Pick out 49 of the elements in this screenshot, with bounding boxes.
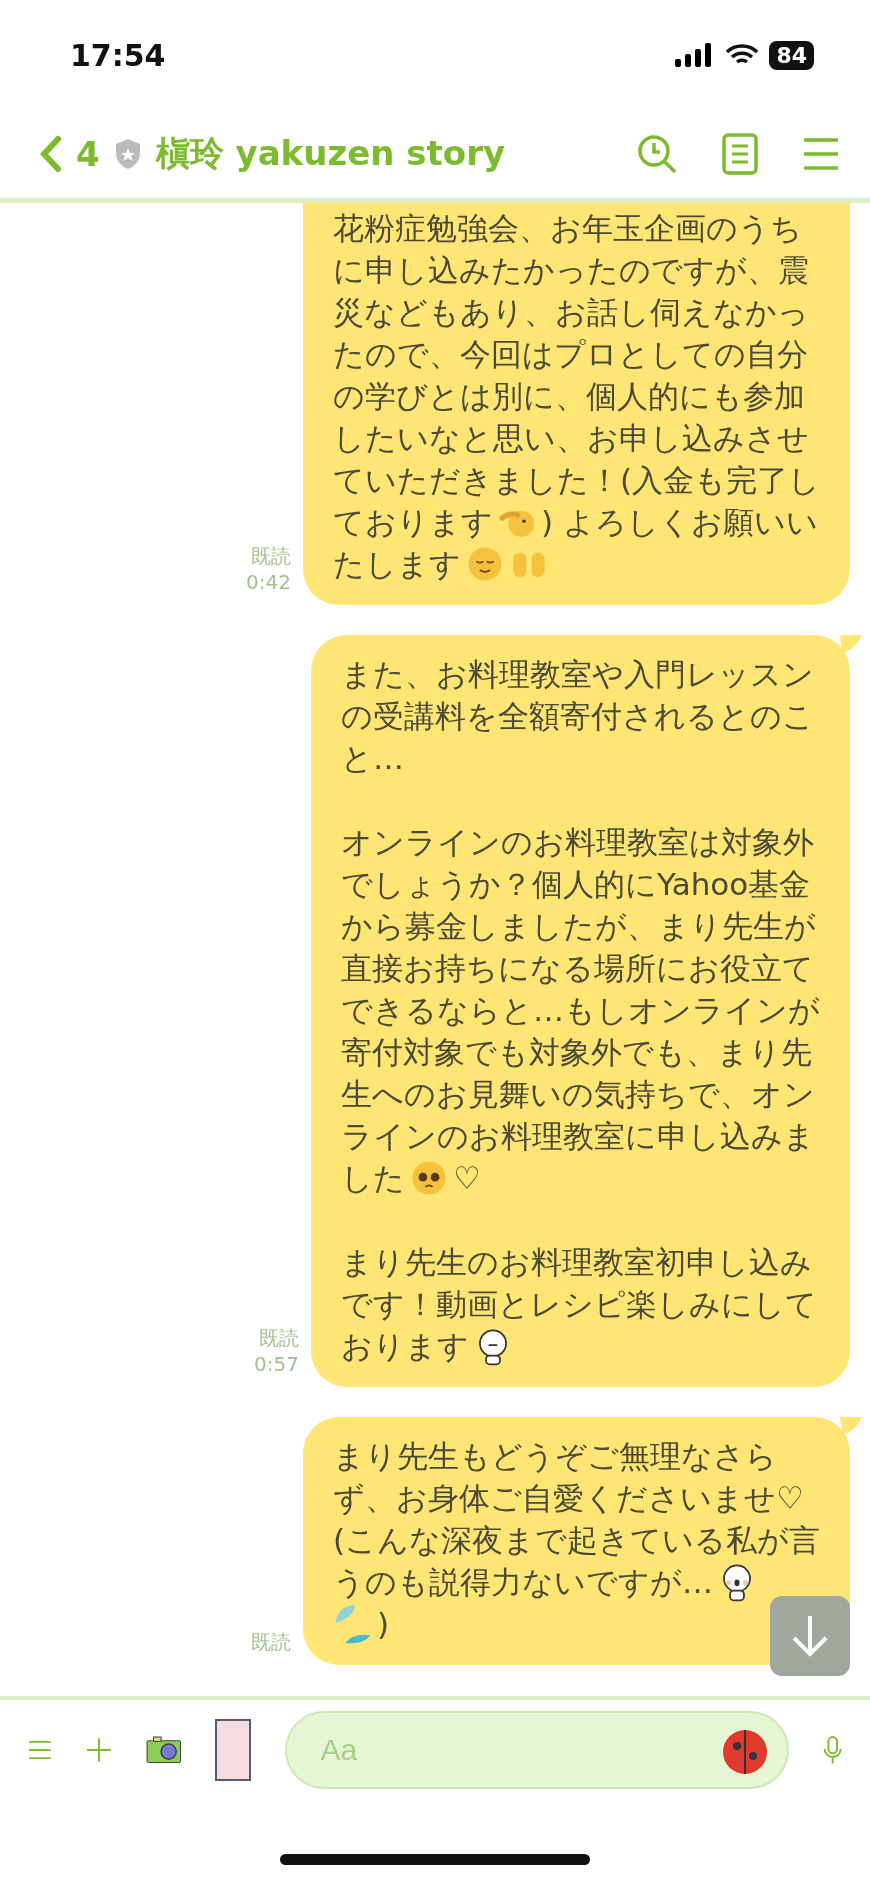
message-text: 花粉症勉強会、お年玉企画のうち <box>332 209 802 248</box>
message-text: 生へのお見舞いの気持ちで、オン <box>341 1075 815 1114</box>
message-time: 0:57 <box>254 1351 299 1377</box>
message-text: (こんな深夜まで起きている私が言 <box>332 1521 820 1560</box>
message-text: から募金しましたが、まり先生が <box>341 907 816 946</box>
message-text: たします <box>332 545 461 584</box>
message-text: できるならと…もしオンラインが <box>341 991 820 1030</box>
chat-title: 槇玲 yakuzen story <box>155 132 507 175</box>
message-text: ♡ <box>453 1159 481 1198</box>
arrow-down-icon <box>790 1614 830 1658</box>
message-text: おります <box>341 1327 469 1366</box>
message-text: と… <box>341 739 404 778</box>
message-text: ) <box>376 1605 389 1644</box>
notes-icon[interactable] <box>722 133 758 175</box>
message-text: の受講料を全額寄付されるとのこ <box>341 697 814 736</box>
message-text: 直接お持ちになる場所にお役立て <box>341 949 814 988</box>
message-text: の学びとは別に、個人的にも参加 <box>332 377 805 416</box>
message-text: オンラインのお料理教室は対象外 <box>341 823 814 862</box>
search-icon[interactable] <box>636 133 678 175</box>
message-text: です！動画とレシピ楽しみにして <box>341 1285 817 1324</box>
unread-count: 4 <box>76 134 100 174</box>
back-icon[interactable] <box>40 136 62 172</box>
message-text: うのも説得力ないですが… <box>332 1563 713 1602</box>
message-time: 0:42 <box>245 569 291 595</box>
message-text: ラインのお料理教室に申し込みま <box>341 1117 815 1156</box>
read-receipt: 既読 <box>250 1629 291 1655</box>
scroll-down-button[interactable] <box>770 1596 850 1676</box>
message-text: したいなと思い、お申し込みさせ <box>332 419 809 458</box>
message-text: でしょうか？個人的にYahoo基金 <box>341 865 811 904</box>
read-receipt: 既読 <box>259 1325 299 1351</box>
message-text: まり先生もどうぞご無理なさら <box>332 1437 777 1476</box>
status-time: 17:54 <box>70 37 166 73</box>
message-text: 寄付対象でも対象外でも、まり先 <box>341 1033 812 1072</box>
message-text: ) よろしくお願いい <box>540 503 818 542</box>
shield-icon <box>113 138 142 170</box>
read-receipt: 既読 <box>250 543 291 569</box>
message-text: たので、今回はプロとしての自分 <box>332 335 808 374</box>
message-text: ず、お身体ご自愛くださいませ♡ <box>332 1479 804 1518</box>
message-text: した <box>341 1159 405 1198</box>
menu-icon[interactable] <box>802 137 840 171</box>
message-text: に申し込みたかったのですが、震 <box>332 251 809 290</box>
message-text: まり先生のお料理教室初申し込み <box>341 1243 812 1282</box>
photo-placeholder[interactable] <box>215 1719 251 1781</box>
battery-level: 84 <box>769 40 814 70</box>
message-text: ていただきました！(入金も完了し <box>332 461 820 500</box>
message-text: また、お料理教室や入門レッスン <box>341 655 814 694</box>
message-input[interactable]: Aa <box>284 1711 789 1789</box>
message-text: 災などもあり、お話し伺えなかっ <box>332 293 809 332</box>
message-text: ております <box>332 503 493 542</box>
